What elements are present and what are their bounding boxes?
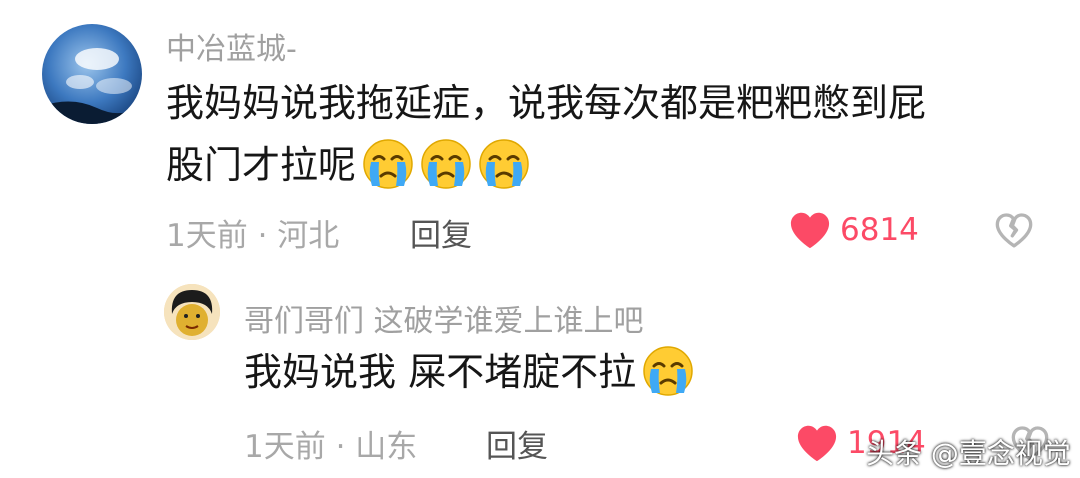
crying-face-icon <box>642 345 694 397</box>
reply-reply-button[interactable]: 回复 <box>486 421 548 466</box>
crying-face-icon <box>478 138 530 190</box>
reply-time-location: 1天前 · 山东 <box>244 429 418 465</box>
crying-face-icon <box>420 138 472 190</box>
reply-text: 我妈说我 屎不堵腚不拉 <box>244 341 694 403</box>
reply-button[interactable]: 回复 <box>410 210 472 255</box>
heart-icon <box>797 425 837 462</box>
reply-avatar[interactable] <box>164 284 220 340</box>
comment-text-line2: 股门才拉呢 <box>166 134 926 196</box>
reply-text-content: 我妈说我 屎不堵腚不拉 <box>244 350 637 394</box>
like-button[interactable]: 6814 <box>788 208 919 252</box>
comment-text: 我妈妈说我拖延症，说我每次都是粑粑憋到屁 股门才拉呢 <box>166 72 926 196</box>
heart-icon <box>790 212 830 249</box>
avatar[interactable] <box>42 24 142 124</box>
dislike-button[interactable] <box>994 211 1034 253</box>
comment-text-line2-text: 股门才拉呢 <box>166 143 357 187</box>
reply-username[interactable]: 哥们哥们 这破学谁爱上谁上吧 <box>244 296 644 340</box>
comment-username[interactable]: 中冶蓝城- <box>166 24 297 68</box>
comment-time-location: 1天前 · 河北 <box>166 218 340 254</box>
crying-face-icon <box>362 138 414 190</box>
broken-heart-icon <box>995 213 1033 248</box>
watermark: 头条 @壹念视觉 <box>866 437 1071 470</box>
comment-text-line1: 我妈妈说我拖延症，说我每次都是粑粑憋到屁 <box>166 81 927 125</box>
like-count: 6814 <box>840 212 919 248</box>
